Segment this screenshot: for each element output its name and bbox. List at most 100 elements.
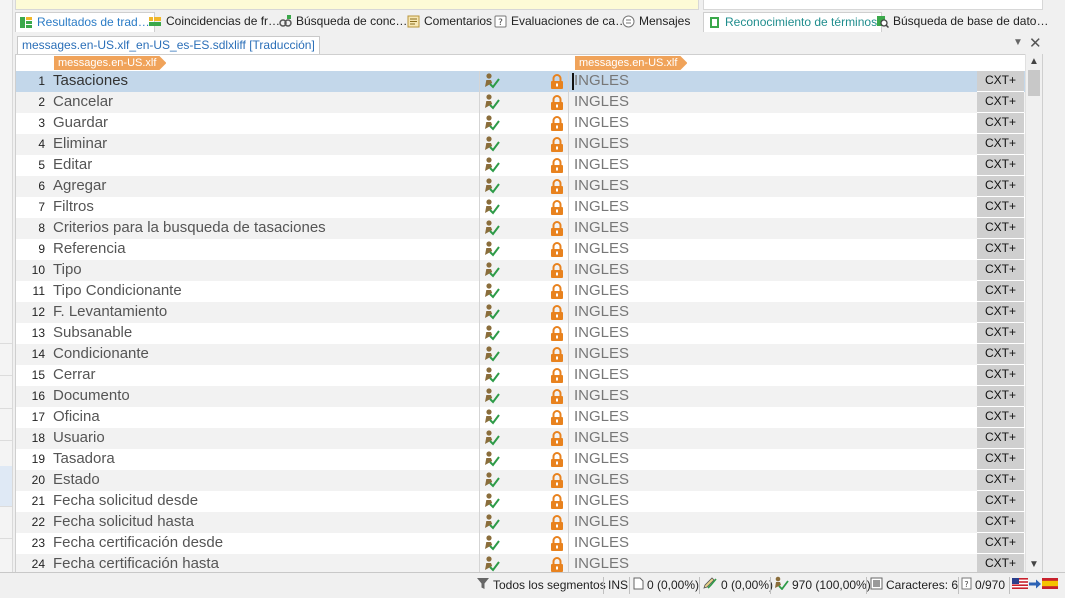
segment-row[interactable]: 22 Fecha solicitud hasta INGLES CXT+ [16,512,1026,533]
translated-status-icon [483,72,501,90]
target-text[interactable]: INGLES [574,135,629,152]
language-pair[interactable] [1012,577,1058,594]
target-text[interactable]: INGLES [574,240,629,257]
target-text[interactable]: INGLES [574,219,629,236]
target-text[interactable]: INGLES [574,72,629,89]
source-text: Referencia [53,240,126,257]
segment-row[interactable]: 5 Editar INGLES CXT+ [16,155,1026,176]
lock-icon [550,200,564,216]
segment-row[interactable]: 11 Tipo Condicionante INGLES CXT+ [16,281,1026,302]
target-text[interactable]: INGLES [574,450,629,467]
tab-translation-results[interactable]: Resultados de trad… [15,12,155,32]
translated-status-icon [483,324,501,342]
segment-row[interactable]: 14 Condicionante INGLES CXT+ [16,344,1026,365]
segment-number: 10 [31,263,45,277]
scroll-thumb[interactable] [1028,70,1040,96]
translated-status-icon [483,114,501,132]
segment-number: 16 [31,389,45,403]
target-text[interactable]: INGLES [574,555,629,572]
segment-row[interactable]: 6 Agregar INGLES CXT+ [16,176,1026,197]
target-text[interactable]: INGLES [574,387,629,404]
target-text[interactable]: INGLES [574,114,629,131]
target-text[interactable]: INGLES [574,471,629,488]
segment-row[interactable]: 18 Usuario INGLES CXT+ [16,428,1026,449]
target-text[interactable]: INGLES [574,261,629,278]
context-match-badge: CXT+ [977,239,1024,260]
context-match-badge: CXT+ [977,470,1024,491]
translated-status-icon [483,513,501,531]
tab-fragment-matches[interactable]: Coincidencias de fr… [149,12,280,31]
segment-number: 15 [31,368,45,382]
concordance-search-icon [279,15,292,28]
lock-icon [550,431,564,447]
source-text: Cerrar [53,366,96,383]
segment-row[interactable]: 13 Subsanable INGLES CXT+ [16,323,1026,344]
segment-row[interactable]: 17 Oficina INGLES CXT+ [16,407,1026,428]
target-text[interactable]: INGLES [574,513,629,530]
segment-row[interactable]: 15 Cerrar INGLES CXT+ [16,365,1026,386]
segment-row[interactable]: 20 Estado INGLES CXT+ [16,470,1026,491]
segment-row[interactable]: 2 Cancelar INGLES CXT+ [16,92,1026,113]
segment-row[interactable]: 1 Tasaciones INGLES CXT+ [16,71,1026,92]
target-text[interactable]: INGLES [574,429,629,446]
tab-label: Búsqueda de conc… [296,14,408,28]
segment-row[interactable]: 9 Referencia INGLES CXT+ [16,239,1026,260]
lock-icon [550,326,564,342]
segment-row[interactable]: 23 Fecha certificación desde INGLES CXT+ [16,533,1026,554]
tab-label: Búsqueda de base de dato… [893,14,1049,28]
target-text[interactable]: INGLES [574,534,629,551]
target-text[interactable]: INGLES [574,93,629,110]
lock-icon [550,137,564,153]
segment-number: 6 [38,179,45,193]
segment-row[interactable]: 4 Eliminar INGLES CXT+ [16,134,1026,155]
close-icon[interactable]: ✕ [1029,34,1042,52]
target-text[interactable]: INGLES [574,345,629,362]
chevron-down-icon[interactable]: ▼ [1013,37,1023,48]
context-match-badge: CXT+ [977,218,1024,239]
segment-row[interactable]: 7 Filtros INGLES CXT+ [16,197,1026,218]
tab-concordance-search[interactable]: Búsqueda de conc… [279,12,407,31]
document-tab[interactable]: messages.en-US.xlf_en-US_es-ES.sdlxliff … [17,36,320,54]
tab-quality-evaluations[interactable]: ? Evaluaciones de ca… [494,12,627,31]
target-text[interactable]: INGLES [574,177,629,194]
target-text[interactable]: INGLES [574,492,629,509]
context-match-badge: CXT+ [977,323,1024,344]
tab-messages[interactable]: Mensajes [622,12,690,31]
new-count-label: 0 (0,00%) [647,578,700,592]
segment-row[interactable]: 10 Tipo INGLES CXT+ [16,260,1026,281]
segment-row[interactable]: 21 Fecha solicitud desde INGLES CXT+ [16,491,1026,512]
target-text[interactable]: INGLES [574,366,629,383]
segment-row[interactable]: 24 Fecha certificación hasta INGLES CXT+ [16,554,1026,573]
tab-label: Reconocimiento de términos [725,15,878,29]
target-text[interactable]: INGLES [574,303,629,320]
target-text[interactable]: INGLES [574,324,629,341]
scroll-up-icon[interactable]: ▲ [1029,56,1039,67]
segment-row[interactable]: 3 Guardar INGLES CXT+ [16,113,1026,134]
segment-row[interactable]: 12 F. Levantamiento INGLES CXT+ [16,302,1026,323]
source-text: Agregar [53,177,107,194]
translated-status-icon [483,177,501,195]
tab-termbase-search[interactable]: Búsqueda de base de dato… [876,12,1048,31]
target-text[interactable]: INGLES [574,408,629,425]
segment-row[interactable]: 16 Documento INGLES CXT+ [16,386,1026,407]
scroll-down-icon[interactable]: ▼ [1029,559,1039,570]
target-text[interactable]: INGLES [574,156,629,173]
comments-icon [407,15,420,28]
segment-number: 18 [31,431,45,445]
target-text[interactable]: INGLES [574,282,629,299]
translated-status-icon [483,366,501,384]
lock-icon [550,242,564,258]
tab-term-recognition[interactable]: Reconocimiento de términos [703,12,883,32]
tab-comments[interactable]: Comentarios [407,12,492,31]
translated-status-icon [483,261,501,279]
segment-row[interactable]: 19 Tasadora INGLES CXT+ [16,449,1026,470]
segment-filter[interactable]: Todos los segmentos [476,577,606,594]
segment-number: 3 [38,116,45,130]
target-text[interactable]: INGLES [574,198,629,215]
insert-mode[interactable]: INS [608,577,628,594]
editor-grid[interactable]: messages.en-US.xlf messages.en-US.xlf 1T… [15,54,1043,574]
segment-row[interactable]: 8 Criterios para la busqueda de tasacione… [16,218,1026,239]
termbase-search-icon [876,15,890,29]
left-panel-selected-item[interactable] [0,466,12,506]
vertical-scrollbar[interactable]: ▲ ▼ [1025,54,1042,572]
